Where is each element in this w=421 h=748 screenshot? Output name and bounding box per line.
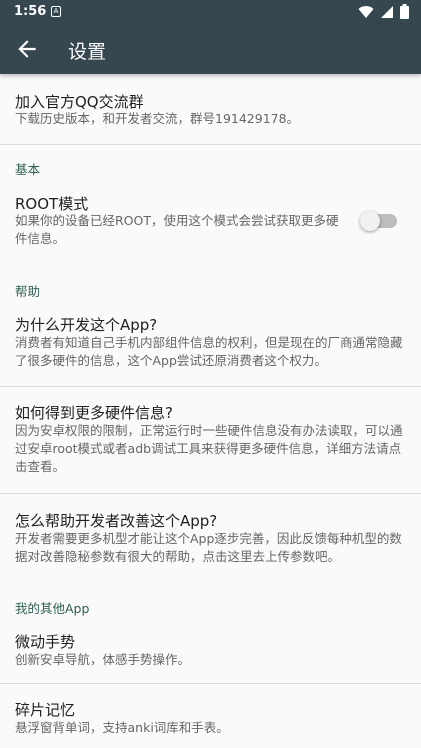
- fragment-app-item[interactable]: 碎片记忆 悬浮窗背单词，支持anki词库和手表。: [0, 684, 421, 748]
- switch-knob: [360, 211, 380, 231]
- qq-group-title: 加入官方QQ交流群: [15, 93, 144, 111]
- root-mode-item[interactable]: ROOT模式 如果你的设备已经ROOT，使用这个模式会尝试获取更多硬件信息。: [0, 184, 421, 254]
- more-info-summary: 因为安卓权限的限制，正常运行时一些硬件信息没有办法读取，可以通过安卓root模式…: [15, 423, 403, 474]
- notification-icon: A: [51, 6, 61, 17]
- gesture-app-item[interactable]: 微动手势 创新安卓导航，体感手势操作。: [0, 619, 421, 683]
- signal-icon: [381, 5, 393, 18]
- qq-group-item[interactable]: 加入官方QQ交流群 下载历史版本，和开发者交流，群号191429178。: [0, 74, 421, 144]
- divider: [0, 144, 421, 145]
- why-app-title: 为什么开发这个App?: [15, 316, 158, 334]
- battery-icon: [400, 4, 409, 19]
- root-mode-summary: 如果你的设备已经ROOT，使用这个模式会尝试获取更多硬件信息。: [15, 213, 339, 246]
- category-other-apps: 我的其他App: [15, 601, 90, 616]
- help-dev-summary: 开发者需要更多机型才能让这个App逐步完善，因此反馈每种机型的数据对改善隐秘参数…: [15, 531, 402, 564]
- root-mode-title: ROOT模式: [15, 195, 89, 213]
- wifi-icon: [358, 5, 374, 18]
- qq-group-summary: 下载历史版本，和开发者交流，群号191429178。: [15, 111, 300, 126]
- why-app-summary: 消费者有知道自己手机内部组件信息的权利，但是现在的厂商通常隐藏了很多硬件的信息，…: [15, 335, 403, 368]
- status-time: 1:56: [14, 4, 47, 19]
- app-toolbar: 设置: [0, 24, 421, 74]
- status-bar: 1:56 A: [0, 0, 421, 24]
- help-dev-title: 怎么帮助开发者改善这个App?: [15, 512, 218, 530]
- gesture-app-title: 微动手势: [15, 633, 76, 651]
- system-icons: [358, 4, 409, 19]
- category-basic: 基本: [15, 162, 41, 177]
- fragment-app-summary: 悬浮窗背单词，支持anki词库和手表。: [15, 720, 229, 735]
- category-help: 帮助: [15, 284, 41, 299]
- help-dev-item[interactable]: 怎么帮助开发者改善这个App? 开发者需要更多机型才能让这个App逐步完善，因此…: [0, 494, 421, 574]
- more-info-title: 如何得到更多硬件信息?: [15, 404, 173, 422]
- fragment-app-title: 碎片记忆: [15, 701, 76, 719]
- arrow-back-icon[interactable]: [14, 36, 40, 62]
- more-info-item[interactable]: 如何得到更多硬件信息? 因为安卓权限的限制，正常运行时一些硬件信息没有办法读取，…: [0, 387, 421, 493]
- page-title: 设置: [68, 41, 107, 63]
- root-mode-switch[interactable]: [360, 211, 397, 231]
- gesture-app-summary: 创新安卓导航，体感手势操作。: [15, 652, 191, 667]
- why-app-item[interactable]: 为什么开发这个App? 消费者有知道自己手机内部组件信息的权利，但是现在的厂商通…: [0, 304, 421, 386]
